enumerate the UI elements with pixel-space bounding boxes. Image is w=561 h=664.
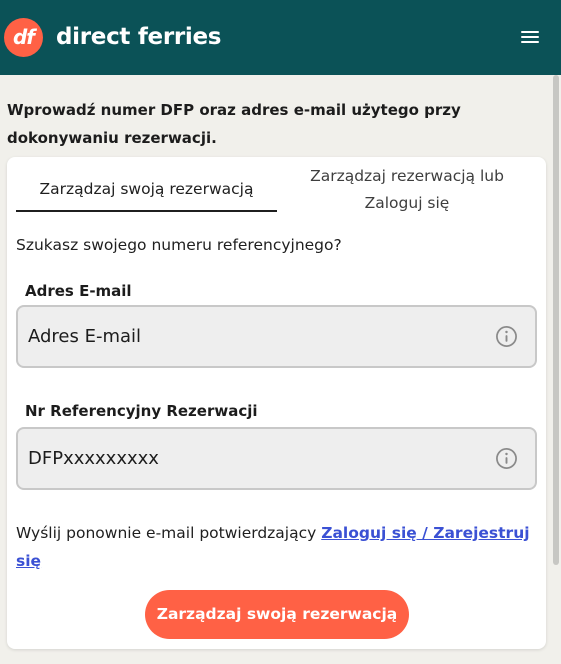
brand-name[interactable]: direct ferries xyxy=(56,22,222,52)
info-icon[interactable] xyxy=(495,447,518,470)
site-header: df direct ferries xyxy=(0,0,561,75)
resend-confirmation: Wyślij ponownie e-mail potwierdzający Za… xyxy=(16,519,541,575)
scrollbar-thumb[interactable] xyxy=(553,75,559,565)
reference-label: Nr Referencyjny Rezerwacji xyxy=(25,402,258,420)
tab-manage-booking[interactable]: Zarządzaj swoją rezerwacją xyxy=(16,171,277,212)
tab-manage-or-login[interactable]: Zarządzaj rezerwacją lub Zaloguj się xyxy=(287,163,527,217)
reference-question-link[interactable]: Szukasz swojego numeru referencyjnego? xyxy=(16,233,342,257)
menu-bar xyxy=(521,31,539,33)
manage-booking-card: Zarządzaj swoją rezerwacją Zarządzaj rez… xyxy=(7,157,546,649)
scrollbar[interactable] xyxy=(551,75,561,664)
email-field-box xyxy=(16,305,537,368)
reference-field-box xyxy=(16,427,537,490)
resend-text: Wyślij ponownie e-mail potwierdzający xyxy=(16,524,322,542)
info-icon[interactable] xyxy=(495,325,518,348)
logo-text: df xyxy=(12,25,35,49)
email-input[interactable] xyxy=(28,307,468,366)
email-label: Adres E-mail xyxy=(25,282,132,300)
manage-booking-button[interactable]: Zarządzaj swoją rezerwacją xyxy=(145,590,409,639)
menu-bar xyxy=(521,36,539,38)
hamburger-menu-icon[interactable] xyxy=(521,31,539,44)
instruction-text: Wprowadź numer DFP oraz adres e-mail uży… xyxy=(7,101,461,147)
logo[interactable]: df xyxy=(4,18,43,57)
menu-bar xyxy=(521,41,539,43)
reference-input[interactable] xyxy=(28,429,468,488)
